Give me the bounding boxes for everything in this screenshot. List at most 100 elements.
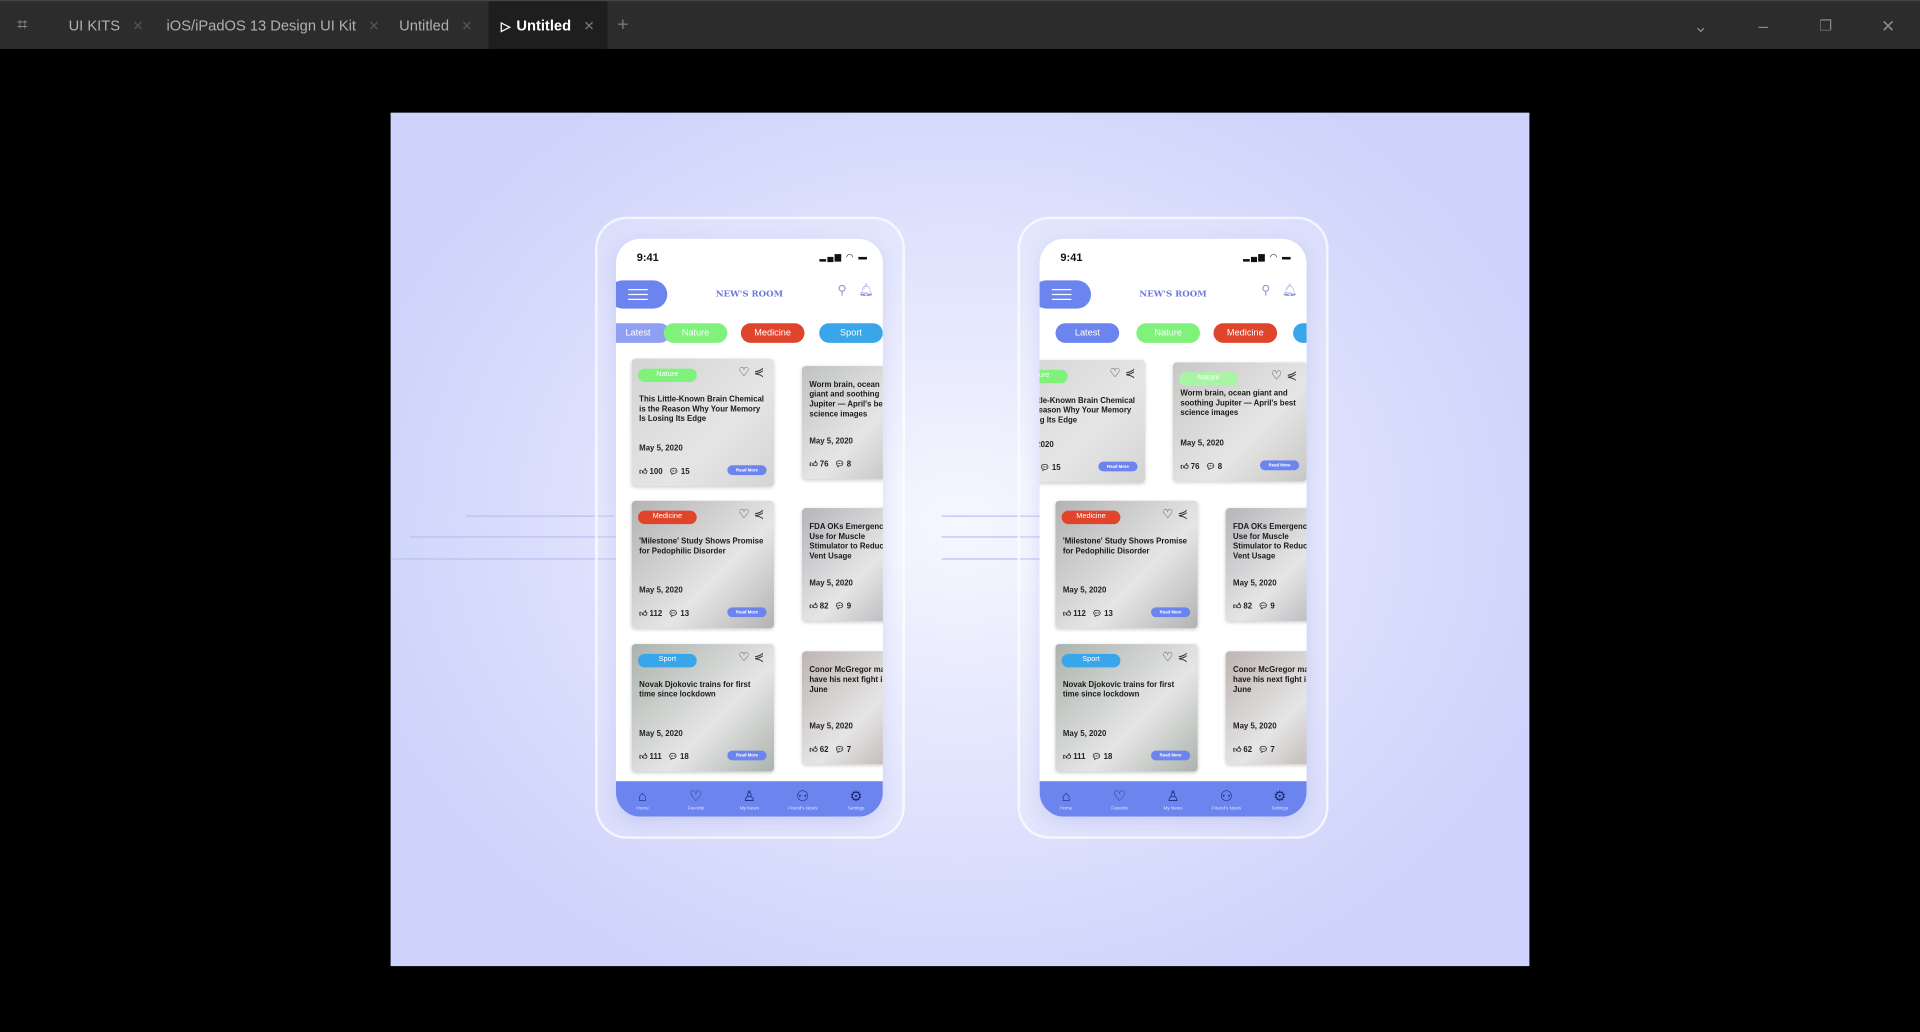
share-icon[interactable]: ⋞ xyxy=(1286,370,1296,383)
figma-logo-icon[interactable]: ⌗ xyxy=(17,1,27,50)
card-title: 'Milestone' Study Shows Promise for Pedo… xyxy=(639,537,764,556)
nav-item-home[interactable]: ⌂ Home xyxy=(618,787,667,811)
news-card[interactable]: Worm brain, ocean giant and soothing Jup… xyxy=(802,366,883,479)
share-icon[interactable]: ⋞ xyxy=(1125,367,1135,380)
chip-sport[interactable]: Sport xyxy=(819,323,883,343)
home-icon: ⌂ xyxy=(1061,786,1071,804)
comment-icon[interactable]: 💬︎ xyxy=(668,753,680,762)
news-card[interactable]: Medicine ♡ ⋞ 'Milestone' Study Shows Promis… xyxy=(631,500,774,629)
comment-icon[interactable]: 💬︎ xyxy=(1040,464,1052,473)
chip-nature[interactable]: Nature xyxy=(1136,323,1201,343)
comment-icon[interactable]: 💬︎ xyxy=(835,602,847,611)
comment-icon[interactable]: 💬︎ xyxy=(668,610,680,619)
heart-icon[interactable]: ♡ xyxy=(738,366,749,379)
card-tag[interactable]: Medicine xyxy=(637,510,697,525)
news-card[interactable]: Nature ♡ ⋞ This Little-Known Brain Chemical… xyxy=(631,358,774,487)
close-icon[interactable]: ✕ xyxy=(583,20,594,35)
nav-item-friend-s-news[interactable]: ⚇ Friend's News xyxy=(778,787,827,810)
tab-untitled[interactable]: Untitled ✕ xyxy=(399,1,472,50)
chip-sport[interactable]: Sport xyxy=(1293,323,1307,343)
heart-icon[interactable]: ♡ xyxy=(1162,508,1173,521)
heart-icon[interactable]: ♡ xyxy=(1271,370,1282,383)
plus-icon[interactable]: + xyxy=(617,1,628,50)
nav-label: Favorite xyxy=(687,805,705,811)
bell-icon[interactable]: 🔔︎ xyxy=(1282,284,1298,297)
share-icon[interactable]: ⋞ xyxy=(1177,508,1187,521)
comment-icon[interactable]: 💬︎ xyxy=(1092,610,1104,619)
heart-icon[interactable]: ♡ xyxy=(1162,651,1173,664)
card-tag[interactable]: Sport xyxy=(1061,653,1121,668)
card-title: 'Milestone' Study Shows Promise for Pedo… xyxy=(1062,537,1188,556)
read-more-button[interactable]: Read More xyxy=(727,607,767,618)
comment-icon[interactable]: 💬︎ xyxy=(669,468,681,477)
nav-label: Home xyxy=(636,805,649,811)
heart-icon[interactable]: ♡ xyxy=(738,508,749,521)
card-tag[interactable]: Medicine xyxy=(1061,510,1121,525)
share-icon[interactable]: ⋞ xyxy=(754,651,764,664)
chip-latest[interactable]: Latest xyxy=(1055,323,1120,343)
share-icon[interactable]: ⋞ xyxy=(754,508,764,521)
tab-ui-kits[interactable]: UI KITS ✕ xyxy=(69,1,144,50)
read-more-button[interactable]: Read More xyxy=(1098,461,1138,472)
design-frame[interactable]: 9:41 ▂▄▆ ◠ ▬ NEW'S ROOM ⚲ 🔔︎ Latest Nature Medi… xyxy=(390,112,1530,967)
tab-ios-design-kit[interactable]: iOS/iPadOS 13 Design UI Kit ✕ xyxy=(167,1,380,50)
heart-icon[interactable]: ♡ xyxy=(738,651,749,664)
comment-icon[interactable]: 💬︎ xyxy=(835,746,847,755)
chip-medicine[interactable]: Medicine xyxy=(740,323,805,343)
read-more-button[interactable]: Read More xyxy=(1151,750,1191,761)
like-count: 111 xyxy=(649,753,662,762)
nav-item-favorite[interactable]: ♡ Favorite xyxy=(1095,787,1144,810)
close-icon[interactable]: ✕ xyxy=(368,20,379,35)
comment-icon[interactable]: 💬︎ xyxy=(835,460,847,469)
news-card[interactable]: Sport ♡ ⋞ Novak Djokovic trains for first t… xyxy=(631,644,774,772)
card-title: Conor McGregor may have his next fight i… xyxy=(1233,666,1307,695)
card-tag[interactable]: Sport xyxy=(637,653,697,668)
card-stats: 👍︎ 100💬︎ 15 xyxy=(1040,463,1061,473)
search-icon[interactable]: ⚲ xyxy=(1261,284,1270,297)
card-tag[interactable]: Nature xyxy=(1179,372,1238,386)
tab-untitled-active[interactable]: ▷ Untitled ✕ xyxy=(488,1,607,51)
restore-icon[interactable]: ❐ xyxy=(1807,1,1844,50)
read-more-button[interactable]: Read More xyxy=(1151,607,1191,618)
close-icon[interactable]: ✕ xyxy=(132,20,143,35)
nav-item-settings[interactable]: ⚙ Settings xyxy=(1255,787,1304,810)
comment-icon[interactable]: 💬︎ xyxy=(1258,746,1270,755)
news-card[interactable]: Nature ♡ ⋞ Worm brain, ocean giant and soot… xyxy=(1173,362,1307,482)
close-icon[interactable]: ✕ xyxy=(461,20,472,35)
nav-item-my-news[interactable]: ♙ My News xyxy=(1149,787,1198,810)
read-more-button[interactable]: Read More xyxy=(727,465,767,476)
card-tag[interactable]: Nature xyxy=(1039,369,1068,384)
card-stats: 👍︎ 100💬︎ 15 xyxy=(639,467,689,477)
news-card[interactable]: FDA OKs Emergency Use for Muscle Stimula… xyxy=(1225,508,1307,621)
chip-medicine[interactable]: Medicine xyxy=(1213,323,1278,343)
read-more-button[interactable]: Read More xyxy=(1260,460,1300,471)
nav-item-friend-s-news[interactable]: ⚇ Friend's News xyxy=(1202,787,1251,810)
news-card[interactable]: FDA OKs Emergency Use for Muscle Stimula… xyxy=(802,508,883,621)
read-more-button[interactable]: Read More xyxy=(727,750,767,761)
news-card[interactable]: Medicine ♡ ⋞ 'Milestone' Study Shows Promis… xyxy=(1055,500,1198,629)
news-card[interactable]: Conor McGregor may have his next fight i… xyxy=(1225,651,1307,765)
minimize-icon[interactable]: – xyxy=(1745,1,1782,50)
chip-latest[interactable]: Latest xyxy=(615,323,670,343)
bell-icon[interactable]: 🔔︎ xyxy=(858,284,874,297)
nav-item-settings[interactable]: ⚙ Settings xyxy=(832,787,881,810)
heart-icon[interactable]: ♡ xyxy=(1109,367,1120,380)
news-card[interactable]: Sport ♡ ⋞ Novak Djokovic trains for first t… xyxy=(1055,644,1198,772)
news-card[interactable]: Conor McGregor may have his next fight i… xyxy=(802,651,883,765)
comment-count: 8 xyxy=(1217,462,1223,472)
comment-icon[interactable]: 💬︎ xyxy=(1258,602,1270,611)
nav-item-home[interactable]: ⌂ Home xyxy=(1042,786,1091,810)
chip-nature[interactable]: Nature xyxy=(663,323,728,343)
comment-icon[interactable]: 💬︎ xyxy=(1206,463,1218,472)
window-close-icon[interactable]: ✕ xyxy=(1870,1,1907,50)
share-icon[interactable]: ⋞ xyxy=(754,366,764,379)
comment-icon[interactable]: 💬︎ xyxy=(1092,753,1104,762)
canvas[interactable]: 9:41 ▂▄▆ ◠ ▬ NEW'S ROOM ⚲ 🔔︎ Latest Nature Medi… xyxy=(0,48,1920,1032)
share-icon[interactable]: ⋞ xyxy=(1177,651,1187,664)
news-card[interactable]: Nature ♡ ⋞ This Little-Known Brain Chemical… xyxy=(1039,360,1145,483)
card-tag[interactable]: Nature xyxy=(637,368,697,383)
search-icon[interactable]: ⚲ xyxy=(838,284,847,297)
chevron-down-icon[interactable]: ⌄ xyxy=(1682,1,1719,50)
nav-item-favorite[interactable]: ♡ Favorite xyxy=(671,787,720,811)
nav-item-my-news[interactable]: ♙ My News xyxy=(725,787,774,810)
